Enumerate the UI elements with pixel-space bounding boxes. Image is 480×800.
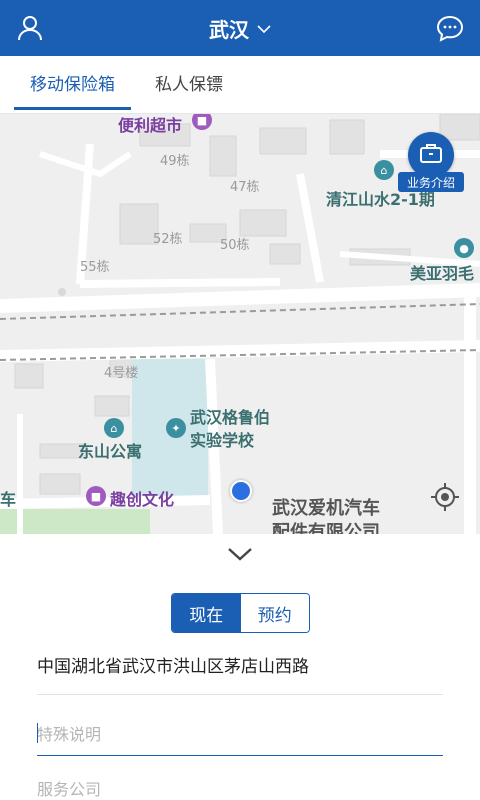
building-label: 52栋 — [153, 232, 183, 247]
app-header: 武汉 — [0, 0, 480, 56]
crosshair-icon[interactable] — [428, 480, 462, 514]
city-title: 武汉 — [209, 17, 249, 42]
residential-icon: ⌂ — [374, 160, 394, 180]
residential-icon: ⌂ — [104, 418, 124, 438]
tab-label: 移动保险箱 — [30, 75, 115, 95]
tab-label: 私人保镖 — [155, 75, 223, 95]
poi-aiji-label-2[interactable]: 配件有限公司 — [272, 518, 380, 534]
schedule-button[interactable]: 预约 — [240, 594, 309, 632]
map-view[interactable]: 49栋 47栋 52栋 50栋 55栋 4号楼 便利超市 ■ ⌂ 清江山水2-1… — [0, 114, 480, 534]
shop-icon: ■ — [86, 486, 106, 506]
time-mode-toggle: 现在 预约 — [171, 593, 310, 633]
poi-store-label[interactable]: 便利超市 — [118, 114, 182, 136]
chevron-down-icon — [257, 19, 271, 38]
order-panel: 现在 预约 中国湖北省武汉市洪山区茅店山西路 服务公司 — [0, 534, 480, 800]
building-label: 47栋 — [230, 180, 260, 195]
building-label: 49栋 — [160, 154, 190, 169]
business-intro-label[interactable]: 业务介绍 — [398, 172, 464, 192]
address-text[interactable]: 中国湖北省武汉市洪山区茅店山西路 — [37, 652, 443, 687]
poi-edge-label: 车 — [0, 490, 17, 509]
now-button[interactable]: 现在 — [172, 594, 241, 632]
chevron-down-icon[interactable] — [226, 544, 254, 564]
special-remarks-input[interactable] — [37, 714, 443, 756]
sports-icon: ● — [454, 238, 474, 258]
building-label: 55栋 — [80, 260, 110, 275]
building-label: 50栋 — [220, 238, 250, 253]
divider — [37, 694, 443, 695]
school-icon: ✦ — [166, 418, 186, 438]
poi-dongshan-label[interactable]: 东山公寓 — [78, 438, 142, 462]
service-company-field[interactable]: 服务公司 — [37, 776, 101, 800]
chat-bubble-icon[interactable] — [432, 10, 468, 46]
tab-bodyguard[interactable]: 私人保镖 — [155, 70, 223, 114]
service-tabs: 移动保险箱 私人保镖 — [0, 56, 480, 114]
poi-school-label-2[interactable]: 实验学校 — [190, 427, 254, 451]
poi-aiji-label-1[interactable]: 武汉爱机汽车 — [272, 494, 380, 520]
my-location-dot — [230, 480, 252, 502]
tab-underline — [14, 107, 131, 110]
tab-mobile-safe[interactable]: 移动保险箱 — [14, 70, 131, 114]
poi-school-label-1[interactable]: 武汉格鲁伯 — [190, 404, 270, 428]
poi-meiya-label[interactable]: 美亚羽毛 — [410, 260, 474, 284]
city-selector[interactable]: 武汉 — [0, 0, 480, 56]
building-label: 4号楼 — [104, 366, 139, 381]
text-cursor — [37, 723, 38, 743]
briefcase-icon — [419, 142, 443, 168]
poi-quchuang-label[interactable]: 趣创文化 — [110, 486, 174, 510]
